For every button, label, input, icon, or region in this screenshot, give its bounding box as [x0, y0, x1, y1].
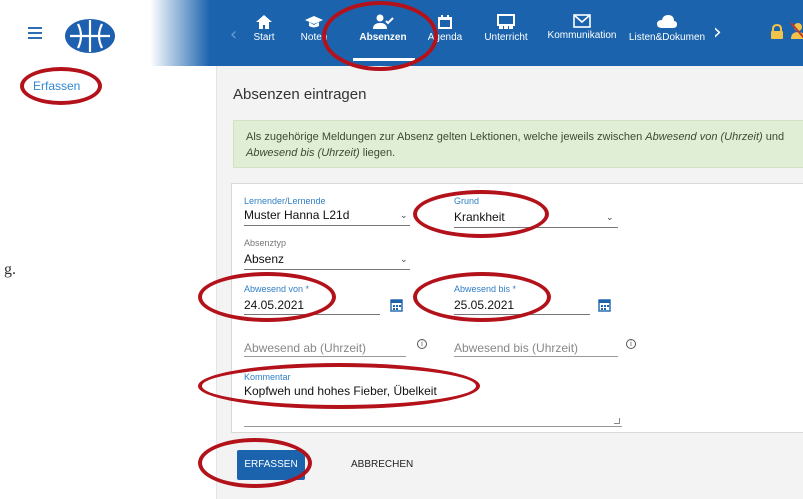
abwesend-von-input[interactable]: 24.05.2021 — [244, 298, 304, 312]
nav-item-noten[interactable]: Noten — [294, 10, 334, 60]
main-content: Absenzen eintragen Als zugehörige Meldun… — [217, 66, 803, 499]
absenztyp-label: Absenztyp — [244, 238, 287, 248]
graduation-cap-icon — [305, 16, 323, 28]
info-emphasis: Abwesend von (Uhrzeit) — [645, 131, 763, 143]
info-icon[interactable]: i — [626, 339, 636, 349]
menu-icon[interactable] — [28, 27, 42, 39]
user-check-icon — [373, 14, 394, 29]
nav-item-listen-dokumente[interactable]: Listen&Dokumen — [628, 10, 706, 60]
lernender-select[interactable]: Muster Hanna L21d — [244, 208, 349, 222]
sidebar-item-erfassen[interactable]: Erfassen — [33, 79, 80, 93]
page: ‹ Start Noten Absenzen Agenda Unterricht… — [0, 0, 803, 499]
sidebar: Erfassen g. — [0, 66, 217, 499]
nav-label: Listen&Dokumen — [628, 32, 706, 43]
chevron-down-icon[interactable]: ⌄ — [400, 255, 408, 265]
info-text: und — [762, 131, 785, 143]
calendar-icon[interactable] — [390, 298, 403, 312]
nav-label: Noten — [300, 32, 328, 43]
info-emphasis: Abwesend bis (Uhrzeit) — [246, 147, 360, 159]
abwesend-ab-uhrzeit-input[interactable]: Abwesend ab (Uhrzeit) — [244, 341, 366, 355]
chevron-right-icon[interactable]: › — [713, 20, 722, 45]
erfassen-button[interactable]: ERFASSEN — [237, 450, 305, 480]
grund-select[interactable]: Krankheit — [454, 210, 505, 224]
cloud-icon — [657, 15, 677, 28]
abwesend-bis-label: Abwesend bis * — [454, 284, 517, 294]
grund-label: Grund — [454, 196, 480, 206]
user-off-icon[interactable] — [790, 22, 803, 40]
nav-item-start[interactable]: Start — [244, 10, 284, 60]
nav-item-unterricht[interactable]: Unterricht — [476, 10, 536, 60]
absence-form: Lernender/Lernende Muster Hanna L21d ⌄ G… — [231, 183, 803, 433]
abwesend-bis-input[interactable]: 25.05.2021 — [454, 298, 514, 312]
top-navbar: ‹ Start Noten Absenzen Agenda Unterricht… — [210, 0, 803, 66]
chevron-down-icon[interactable]: ⌄ — [606, 213, 614, 223]
chevron-left-icon[interactable]: ‹ — [230, 24, 237, 45]
calendar-icon[interactable] — [598, 298, 611, 312]
info-text: Als zugehörige Meldungen zur Absenz gelt… — [246, 131, 646, 143]
cut-off-text: g. — [4, 261, 16, 278]
lock-icon[interactable] — [770, 24, 784, 40]
nav-label: Kommunikation — [547, 30, 617, 41]
chevron-down-icon[interactable]: ⌄ — [400, 211, 408, 221]
nav-label: Start — [253, 32, 275, 43]
logo — [65, 19, 115, 53]
info-message: Als zugehörige Meldungen zur Absenz gelt… — [233, 120, 803, 168]
nav-label: Agenda — [427, 32, 463, 43]
nav-label: Absenzen — [359, 32, 407, 43]
nav-item-agenda[interactable]: Agenda — [422, 10, 468, 60]
nav-label: Unterricht — [484, 32, 528, 43]
calendar-icon — [438, 15, 452, 29]
abbrechen-button[interactable]: ABBRECHEN — [351, 459, 413, 470]
page-title: Absenzen eintragen — [233, 86, 367, 103]
home-icon — [256, 15, 272, 29]
nav-item-absenzen[interactable]: Absenzen — [350, 10, 416, 60]
envelope-icon — [573, 14, 591, 28]
abwesend-bis-uhrzeit-input[interactable]: Abwesend bis (Uhrzeit) — [454, 341, 578, 355]
nav-item-kommunikation[interactable]: Kommunikation — [544, 10, 620, 60]
absenztyp-select[interactable]: Absenz — [244, 252, 284, 266]
brand-bar — [0, 0, 210, 66]
active-tab-indicator — [353, 58, 415, 61]
resize-handle[interactable] — [614, 418, 620, 424]
kommentar-textarea-box[interactable] — [244, 389, 622, 427]
lernender-label: Lernender/Lernende — [244, 196, 326, 206]
classroom-icon — [497, 14, 515, 29]
abwesend-von-label: Abwesend von * — [244, 284, 310, 294]
info-text: liegen. — [359, 147, 396, 159]
info-icon[interactable]: i — [417, 339, 427, 349]
kommentar-label: Kommentar — [244, 372, 291, 382]
